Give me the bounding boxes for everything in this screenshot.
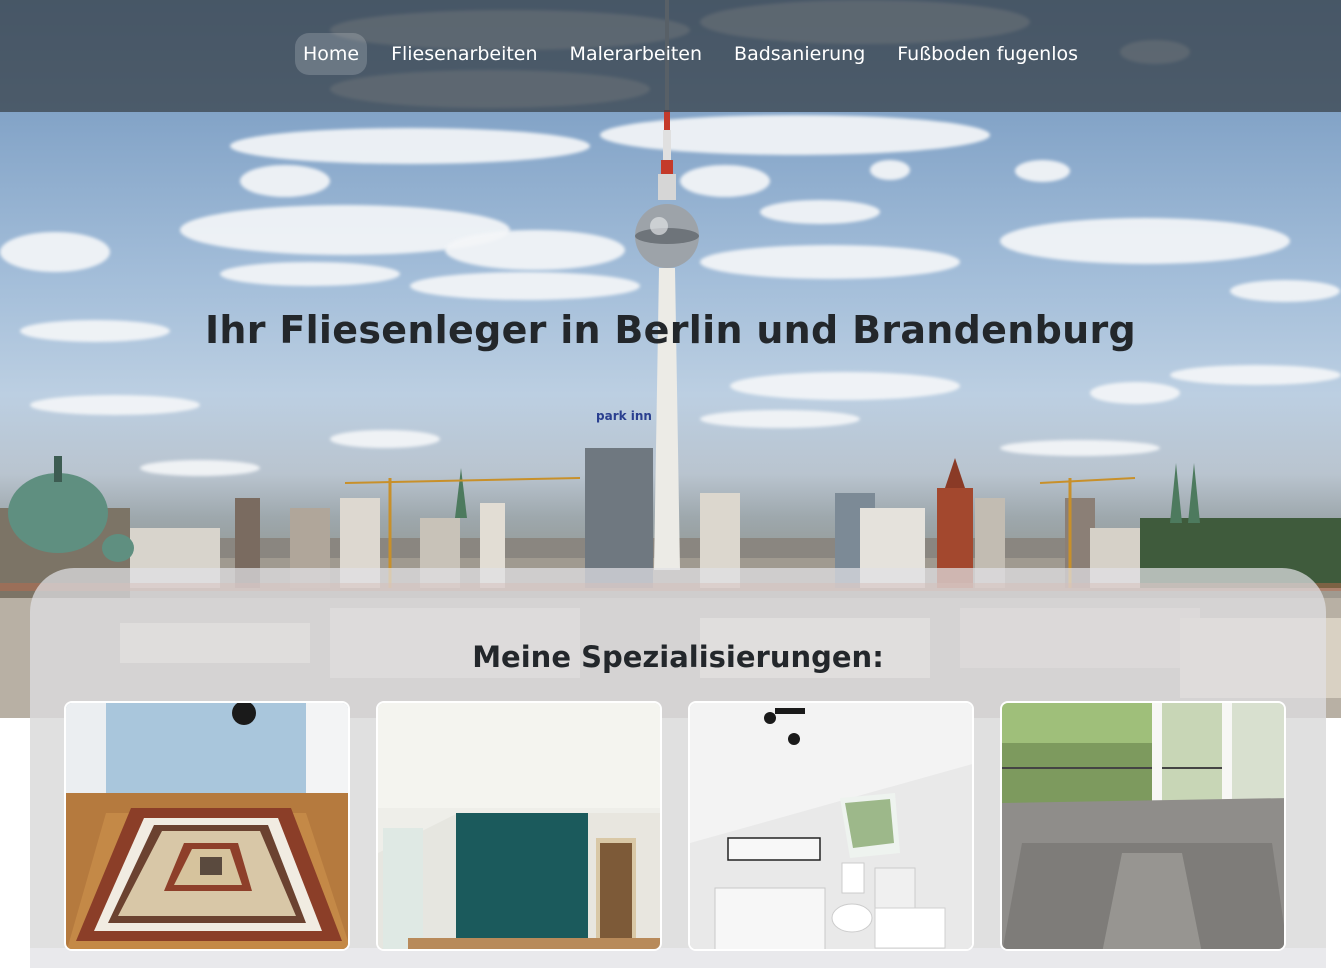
renovated-bathroom-image xyxy=(690,703,972,949)
specializations-cards xyxy=(64,701,1294,951)
nav-item-fussboden-fugenlos[interactable]: Fußboden fugenlos xyxy=(889,33,1086,75)
nav-item-home[interactable]: Home xyxy=(294,33,368,75)
specialization-card-badsanierung[interactable] xyxy=(688,701,974,951)
nav-item-fliesenarbeiten[interactable]: Fliesenarbeiten xyxy=(383,33,545,75)
specializations-title: Meine Spezialisierungen: xyxy=(472,640,884,674)
nav-item-malerarbeiten[interactable]: Malerarbeiten xyxy=(562,33,710,75)
seamless-floor-room-image xyxy=(1002,703,1284,949)
specialization-card-fliesenarbeiten[interactable] xyxy=(64,701,350,951)
tiled-floor-mosaic-image xyxy=(66,703,348,949)
specialization-card-fussboden-fugenlos[interactable] xyxy=(1000,701,1286,951)
painted-teal-room-image xyxy=(378,703,660,949)
top-navigation: Home Fliesenarbeiten Malerarbeiten Badsa… xyxy=(0,0,1341,112)
specialization-card-malerarbeiten[interactable] xyxy=(376,701,662,951)
hero-title: Ihr Fliesenleger in Berlin und Brandenbu… xyxy=(204,308,1136,352)
hotel-sign: park inn xyxy=(596,409,652,423)
nav-item-badsanierung[interactable]: Badsanierung xyxy=(726,33,873,75)
